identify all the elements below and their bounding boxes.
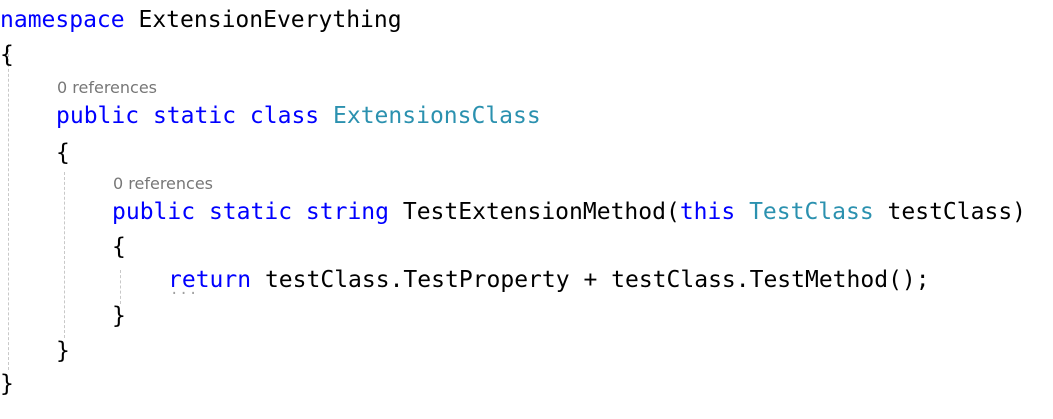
close-brace: }	[0, 371, 14, 397]
code-line-brace[interactable]: }	[56, 336, 70, 366]
indent-guide	[120, 270, 121, 304]
method-name: TestExtensionMethod(	[402, 199, 680, 225]
code-line-brace[interactable]: }	[0, 369, 14, 399]
keyword-static: static	[208, 199, 293, 225]
class-name: ExtensionsClass	[333, 103, 541, 129]
code-line-method-declaration[interactable]: public static string TestExtensionMethod…	[112, 197, 1026, 227]
parameter-type: TestClass	[749, 199, 874, 225]
keyword-public: public	[56, 103, 140, 129]
code-line-class-declaration[interactable]: public static class ExtensionsClass	[56, 101, 541, 131]
codelens-method-references[interactable]: 0 references	[113, 174, 213, 194]
code-line-brace[interactable]: {	[112, 232, 126, 262]
open-brace: {	[56, 140, 70, 166]
keyword-this: this	[679, 199, 736, 225]
return-expression: testClass.TestProperty + testClass.TestM…	[264, 267, 930, 293]
close-brace: }	[112, 303, 126, 329]
suggestion-dots-icon[interactable]: ···	[170, 287, 198, 301]
code-line-brace[interactable]: {	[0, 40, 14, 70]
keyword-namespace: namespace	[0, 7, 125, 33]
open-brace: {	[112, 234, 126, 260]
codelens-class-references[interactable]: 0 references	[57, 78, 157, 98]
code-line-brace[interactable]: {	[56, 138, 70, 168]
keyword-class: class	[249, 103, 320, 129]
close-brace: }	[56, 338, 70, 364]
code-line-namespace[interactable]: namespace ExtensionEverything	[0, 5, 402, 35]
indent-guide	[64, 172, 65, 338]
keyword-public: public	[112, 199, 196, 225]
code-line-return-statement[interactable]: return testClass.TestProperty + testClas…	[168, 265, 930, 295]
parameter-name: testClass)	[887, 199, 1027, 225]
indent-guide	[8, 44, 9, 370]
open-brace: {	[0, 42, 14, 68]
code-line-brace[interactable]: }	[112, 301, 126, 331]
namespace-name: ExtensionEverything	[138, 7, 402, 33]
keyword-static: static	[152, 103, 237, 129]
code-editor[interactable]: namespace ExtensionEverything { 0 refere…	[0, 0, 1053, 419]
keyword-string: string	[305, 199, 389, 225]
